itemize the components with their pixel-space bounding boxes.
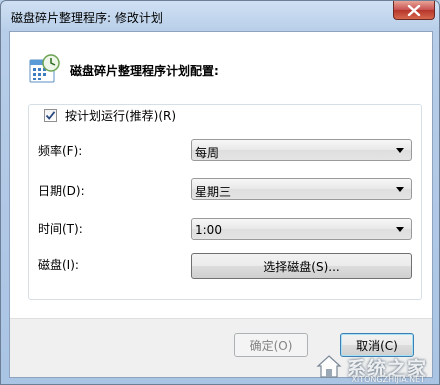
calendar-clock-icon [29, 54, 60, 83]
close-button[interactable] [393, 1, 435, 20]
frequency-select[interactable]: 每周 [191, 139, 412, 161]
chevron-down-icon [396, 187, 404, 192]
checkmark-icon [45, 110, 56, 120]
select-disks-button[interactable]: 选择磁盘(S)... [191, 253, 412, 279]
chevron-down-icon [396, 227, 404, 232]
dialog-content: 磁盘碎片整理程序计划配置: 按计划运行(推荐)(R) 频率(F): 每周 日期(… [9, 31, 433, 378]
run-on-schedule-label: 按计划运行(推荐)(R) [65, 108, 177, 123]
title-bar[interactable]: 磁盘碎片整理程序: 修改计划 [1, 1, 440, 31]
checkbox-box[interactable] [44, 108, 57, 122]
time-value: 1:00 [195, 223, 222, 237]
close-icon [407, 4, 421, 16]
page-title: 磁盘碎片整理程序计划配置: [70, 64, 219, 78]
chevron-down-icon [396, 148, 404, 153]
run-on-schedule-checkbox[interactable]: 按计划运行(推荐)(R) [40, 106, 181, 124]
frequency-label: 频率(F): [38, 144, 83, 158]
day-label: 日期(D): [38, 184, 85, 198]
day-value: 星期三 [195, 185, 232, 199]
disks-label: 磁盘(I): [38, 258, 79, 272]
dialog-window: 磁盘碎片整理程序: 修改计划 磁盘碎片整理程序计划配置: 按计划运行(推荐)(R… [0, 0, 440, 385]
ok-button[interactable]: 确定(O) [234, 333, 308, 357]
watermark-logo-icon [316, 355, 342, 378]
time-select[interactable]: 1:00 [191, 218, 412, 240]
watermark-subtext: XITONGZHIJIA.NET [351, 375, 425, 384]
frequency-value: 每周 [195, 146, 220, 160]
day-select[interactable]: 星期三 [191, 178, 412, 200]
time-label: 时间(T): [38, 222, 83, 236]
window-title: 磁盘碎片整理程序: 修改计划 [11, 11, 163, 25]
